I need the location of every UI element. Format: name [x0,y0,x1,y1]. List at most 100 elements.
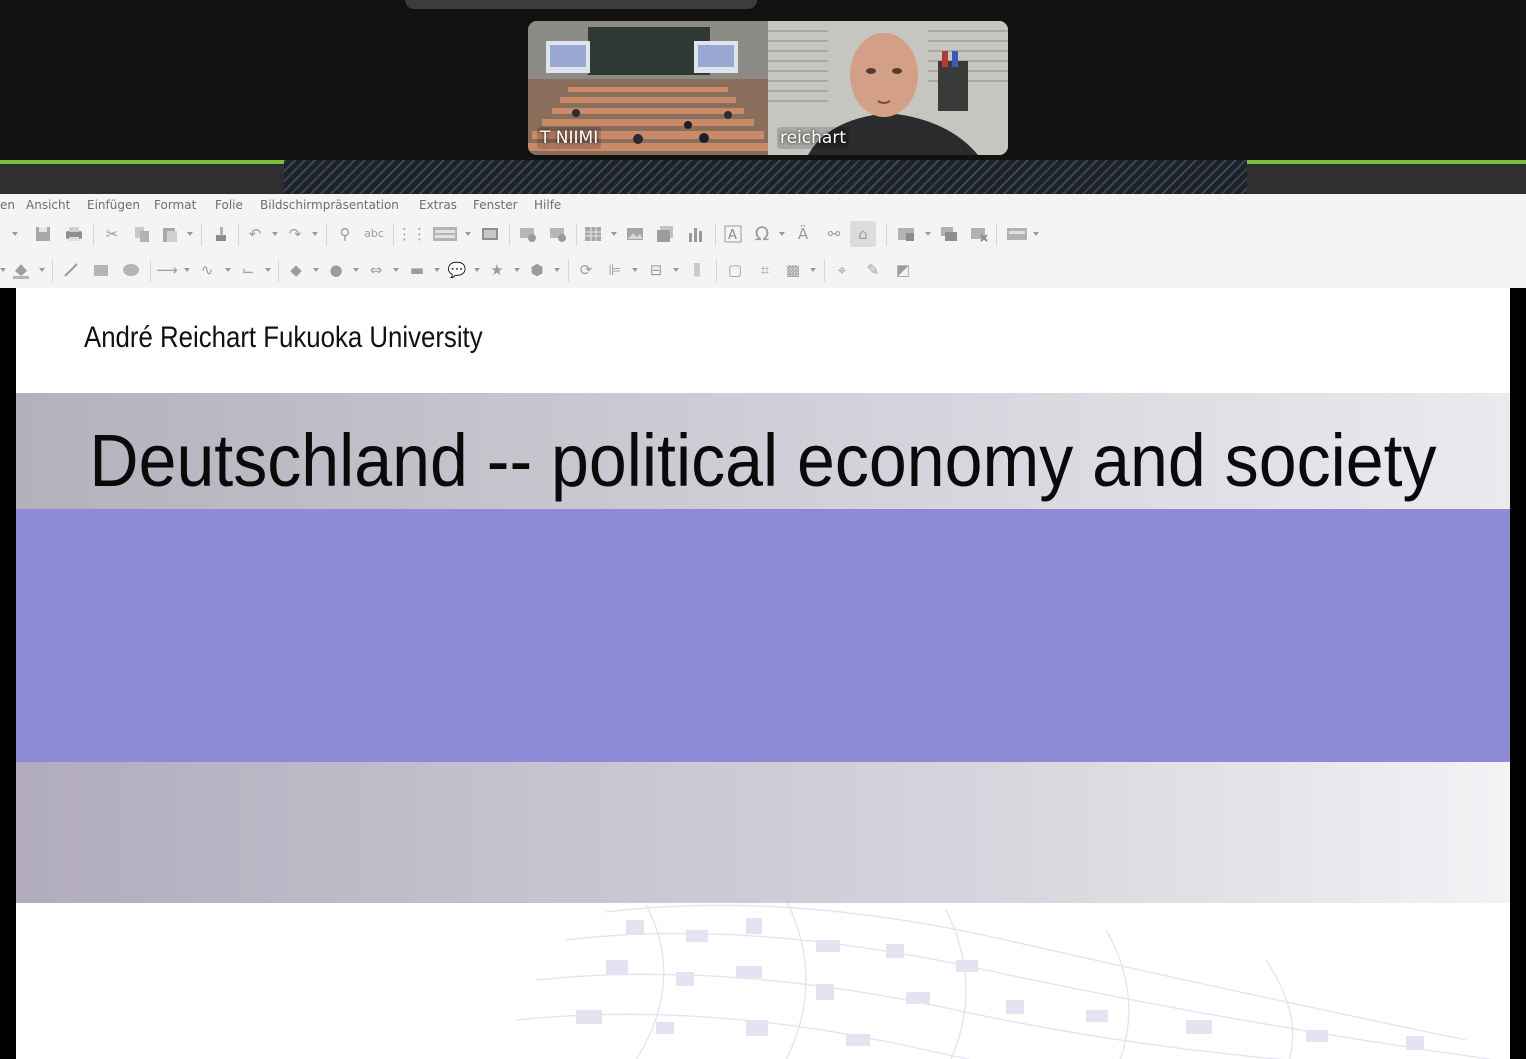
chevron-down-icon[interactable] [353,268,359,272]
screen-share-border [0,160,1526,194]
points-icon[interactable]: ⌖ [833,261,851,279]
find-replace-icon[interactable]: ⚲ [336,225,354,243]
delete-slide-icon[interactable] [970,225,988,243]
connector-icon[interactable]: ⌙ [239,261,257,279]
grid-icon[interactable]: ⋮⋮ [397,225,427,243]
callout-icon[interactable]: 💬 [448,261,467,279]
rectangle-icon[interactable] [92,261,110,279]
media-icon[interactable] [656,225,674,243]
screen-share-control-pill[interactable] [405,0,757,9]
chevron-down-icon[interactable] [632,268,638,272]
toggle-extrusion-icon[interactable]: ◩ [894,261,912,279]
menu-slideshow[interactable]: Bildschirmpräsentation [260,198,399,212]
copy-icon[interactable] [133,225,151,243]
print-icon[interactable] [65,225,83,243]
display-views-icon[interactable] [432,225,458,243]
glue-points-icon[interactable]: ✎ [864,261,882,279]
paste-icon[interactable] [161,225,179,243]
star-icon[interactable]: ★ [488,261,506,279]
toolbar-separator [52,260,53,282]
double-arrow-icon[interactable]: ⇔ [367,261,385,279]
menu-view[interactable]: Ansicht [26,198,70,212]
toolbar-separator [568,260,569,282]
menu-tools[interactable]: Extras [419,198,457,212]
special-character-icon[interactable]: Ω [753,225,771,244]
chevron-down-icon[interactable] [514,268,520,272]
chevron-down-icon[interactable] [925,232,931,236]
chevron-down-icon[interactable] [0,268,6,272]
menu-help[interactable]: Hilfe [534,198,561,212]
chevron-down-icon[interactable] [393,268,399,272]
filter-icon[interactable]: ▩ [784,261,802,279]
arrange-icon[interactable]: ⊟ [647,261,665,279]
slide-author-text[interactable]: André Reichart Fukuoka University [84,321,483,355]
chevron-down-icon[interactable] [611,232,617,236]
chevron-down-icon[interactable] [810,268,816,272]
chevron-down-icon[interactable] [1033,232,1039,236]
chevron-down-icon[interactable] [12,232,18,236]
duplicate-slide-icon[interactable] [940,225,958,243]
arrow-line-icon[interactable]: ⟶ [156,261,178,279]
chevron-down-icon[interactable] [434,268,440,272]
chevron-down-icon[interactable] [465,232,471,236]
clone-formatting-icon[interactable] [212,225,230,243]
chart-icon[interactable] [687,225,705,243]
menu-window[interactable]: Fenster [473,198,518,212]
toolbar-separator [150,260,151,282]
chevron-down-icon[interactable] [779,232,785,236]
start-from-current-icon[interactable] [549,225,567,243]
participant-video-speaker[interactable]: reichart [768,21,1008,155]
participant-video-lecture-hall[interactable]: T NIIMI [528,21,768,155]
chevron-down-icon[interactable] [313,268,319,272]
rotate-icon[interactable]: ⟳ [577,261,595,279]
circle-shape-icon[interactable]: ● [327,261,345,279]
table-icon[interactable] [584,225,602,243]
chevron-down-icon[interactable] [554,268,560,272]
toolbar-separator [93,224,94,246]
master-slide-icon[interactable] [481,225,499,243]
menu-slide[interactable]: Folie [215,198,243,212]
toolbar-separator [716,260,717,282]
slide-layout-icon[interactable] [897,225,915,243]
align-icon[interactable]: ⊫ [606,261,624,279]
cut-icon[interactable]: ✂ [103,225,121,243]
save-icon[interactable] [34,225,52,243]
redo-icon[interactable]: ↷ [286,225,304,243]
distribute-icon[interactable]: ⫼ [688,261,706,279]
chevron-down-icon[interactable] [673,268,679,272]
menu-format[interactable]: Format [154,198,196,212]
slide[interactable]: André Reichart Fukuoka University Deutsc… [16,288,1510,1059]
crop-icon[interactable]: ⌗ [756,261,774,279]
shadow-icon[interactable]: ▢ [726,261,744,279]
diamond-icon[interactable]: ◆ [287,261,305,279]
line-icon[interactable] [62,261,80,279]
text-box-icon[interactable]: A [724,225,742,243]
slide-title[interactable]: Deutschland -- political economy and soc… [76,418,1450,503]
chevron-down-icon[interactable] [312,232,318,236]
chevron-down-icon[interactable] [272,232,278,236]
chevron-down-icon[interactable] [225,268,231,272]
fill-color-icon[interactable] [12,261,30,279]
3d-object-icon[interactable]: ⬢ [528,261,546,279]
image-icon[interactable] [626,225,644,243]
chevron-down-icon[interactable] [265,268,271,272]
start-from-first-icon[interactable] [519,225,537,243]
undo-icon[interactable]: ↶ [246,225,264,243]
ellipse-icon[interactable] [122,261,140,279]
basic-shapes-icon[interactable]: ⌂ [850,221,876,247]
toolbar-separator [278,260,279,282]
menu-insert[interactable]: Einfügen [87,198,140,212]
menu-file-partial[interactable]: en [0,198,15,212]
slide-editor-canvas[interactable]: André Reichart Fukuoka University Deutsc… [0,288,1526,1059]
hyperlink-icon[interactable]: ⚯ [825,225,843,243]
curve-icon[interactable]: ∿ [198,261,216,279]
flowchart-icon[interactable]: ▬ [408,261,426,279]
fontwork-icon[interactable]: Ä [794,225,812,243]
chevron-down-icon[interactable] [184,268,190,272]
spellcheck-icon[interactable]: abc [364,225,384,243]
chevron-down-icon[interactable] [39,268,45,272]
share-hatched-bar [284,160,1247,194]
chevron-down-icon[interactable] [474,268,480,272]
display-mode-icon[interactable] [1006,225,1028,243]
chevron-down-icon[interactable] [187,232,193,236]
